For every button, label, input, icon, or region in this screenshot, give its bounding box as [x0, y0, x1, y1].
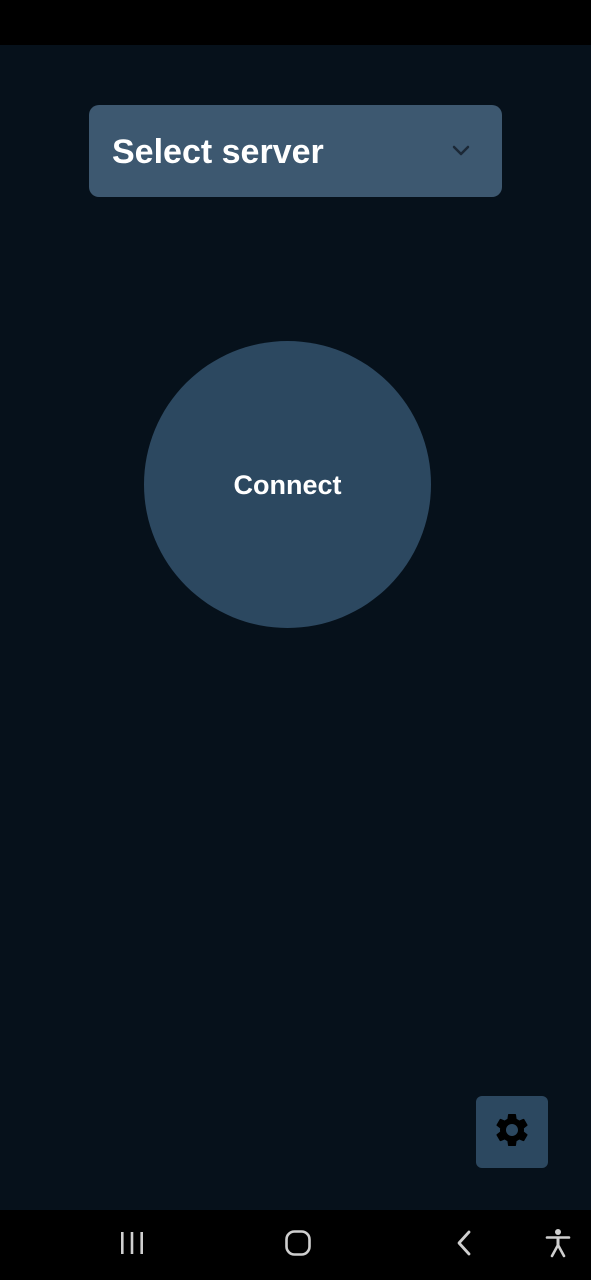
recent-apps-button[interactable]: [102, 1210, 162, 1280]
connect-button[interactable]: Connect: [144, 341, 431, 628]
home-icon: [284, 1229, 312, 1262]
connect-button-label: Connect: [233, 469, 342, 500]
server-select-label: Select server: [112, 133, 324, 171]
server-select-dropdown[interactable]: Select server: [89, 105, 502, 197]
status-bar: [0, 0, 591, 45]
home-button[interactable]: [268, 1210, 328, 1280]
chevron-down-icon: [451, 143, 471, 159]
accessibility-icon: [545, 1228, 571, 1263]
system-navigation-bar: [0, 1210, 591, 1280]
back-icon: [454, 1229, 474, 1262]
app-screen: Select server Connect: [0, 0, 591, 1280]
settings-button[interactable]: [476, 1096, 548, 1168]
recent-apps-icon: [119, 1231, 145, 1260]
gear-icon: [492, 1110, 532, 1155]
accessibility-button[interactable]: [532, 1210, 584, 1280]
back-button[interactable]: [434, 1210, 494, 1280]
